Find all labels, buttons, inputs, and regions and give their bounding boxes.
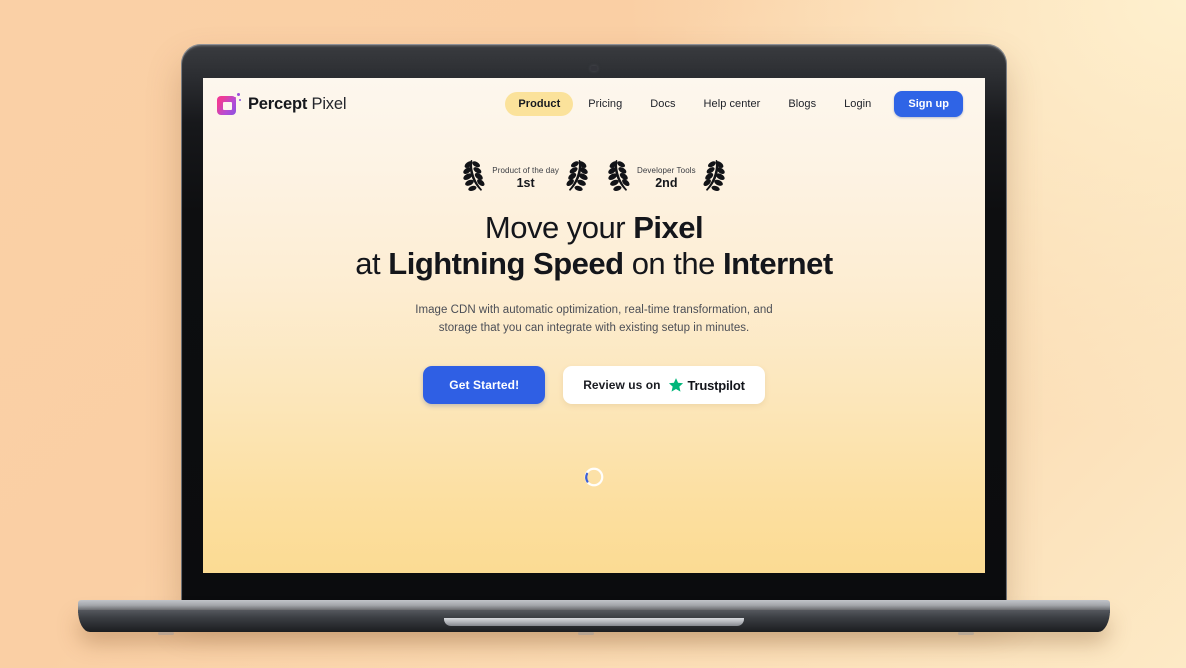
headline-text: on the (623, 246, 723, 282)
site-navbar: Percept Pixel Product Pricing Docs Help … (203, 78, 985, 130)
headline-text: at (355, 246, 389, 282)
navbar-links: Product Pricing Docs Help center Blogs L… (505, 91, 963, 117)
trustpilot-name: Trustpilot (687, 377, 745, 393)
laptop-foot (958, 632, 974, 635)
laurel-left-icon (608, 160, 630, 192)
nav-link-login[interactable]: Login (831, 92, 884, 116)
nav-link-docs[interactable]: Docs (637, 92, 688, 116)
headline-emphasis-internet: Internet (723, 246, 833, 282)
laptop-base-body (78, 610, 1110, 635)
brand-name-bold: Percept (248, 94, 308, 113)
trustpilot-review-button[interactable]: Review us on Trustpilot (563, 366, 765, 404)
headline-emphasis-lightning-speed: Lightning Speed (388, 246, 624, 282)
webcam-icon (590, 66, 598, 71)
laptop-base-notch (444, 618, 744, 626)
badge-text: Product of the day 1st (492, 166, 559, 192)
nav-link-blogs[interactable]: Blogs (775, 92, 829, 116)
brand-name-light: Pixel (307, 94, 347, 113)
headline-line-2: at Lightning Speed on the Internet (355, 246, 833, 282)
website-page: Percept Pixel Product Pricing Docs Help … (203, 78, 985, 573)
laptop-foot (578, 632, 594, 635)
loading-spinner-icon (584, 467, 604, 487)
nav-link-product[interactable]: Product (505, 92, 574, 116)
laptop-base (78, 600, 1110, 635)
sign-up-button[interactable]: Sign up (894, 91, 963, 117)
laurel-right-icon (703, 160, 725, 192)
brand-logo[interactable]: Percept Pixel (217, 92, 346, 116)
headline-emphasis-pixel: Pixel (633, 210, 704, 245)
laptop-screen: Percept Pixel Product Pricing Docs Help … (203, 78, 985, 573)
laurel-right-icon (566, 160, 588, 192)
nav-link-help-center[interactable]: Help center (691, 92, 774, 116)
trustpilot-brand: Trustpilot (668, 377, 745, 393)
get-started-button[interactable]: Get Started! (423, 366, 546, 404)
trustpilot-label: Review us on (583, 378, 661, 392)
page-title: Move your Pixel at Lightning Speed on th… (355, 210, 833, 283)
badge-title: Developer Tools (637, 166, 696, 175)
badge-developer-tools: Developer Tools 2nd (607, 158, 726, 192)
badge-rank: 1st (516, 176, 535, 190)
hero-subtitle: Image CDN with automatic optimization, r… (415, 301, 772, 338)
badge-rank: 2nd (655, 176, 678, 190)
brand-name: Percept Pixel (248, 95, 346, 114)
trustpilot-star-icon (669, 378, 684, 392)
laptop-lid: Percept Pixel Product Pricing Docs Help … (181, 44, 1007, 608)
badge-product-of-the-day: Product of the day 1st (462, 158, 589, 192)
badge-title: Product of the day (492, 166, 559, 175)
hero-cta-row: Get Started! Review us on Trustpilot (423, 366, 765, 404)
headline-text: Move your (484, 210, 634, 245)
nav-link-pricing[interactable]: Pricing (575, 92, 635, 116)
subtitle-line-2: storage that you can integrate with exis… (438, 322, 750, 335)
percept-pixel-logo-icon (217, 92, 241, 116)
headline-line-1: Move your Pixel (484, 210, 704, 245)
laptop-mockup: Percept Pixel Product Pricing Docs Help … (0, 0, 1186, 668)
award-badges: Product of the day 1st Developer Tools 2… (462, 158, 725, 192)
laurel-left-icon (463, 160, 485, 192)
laptop-foot (158, 632, 174, 635)
subtitle-line-1: Image CDN with automatic optimization, r… (415, 303, 773, 316)
laptop-top-bezel (181, 44, 1007, 78)
badge-text: Developer Tools 2nd (637, 166, 696, 192)
content-loading-area (583, 466, 605, 493)
